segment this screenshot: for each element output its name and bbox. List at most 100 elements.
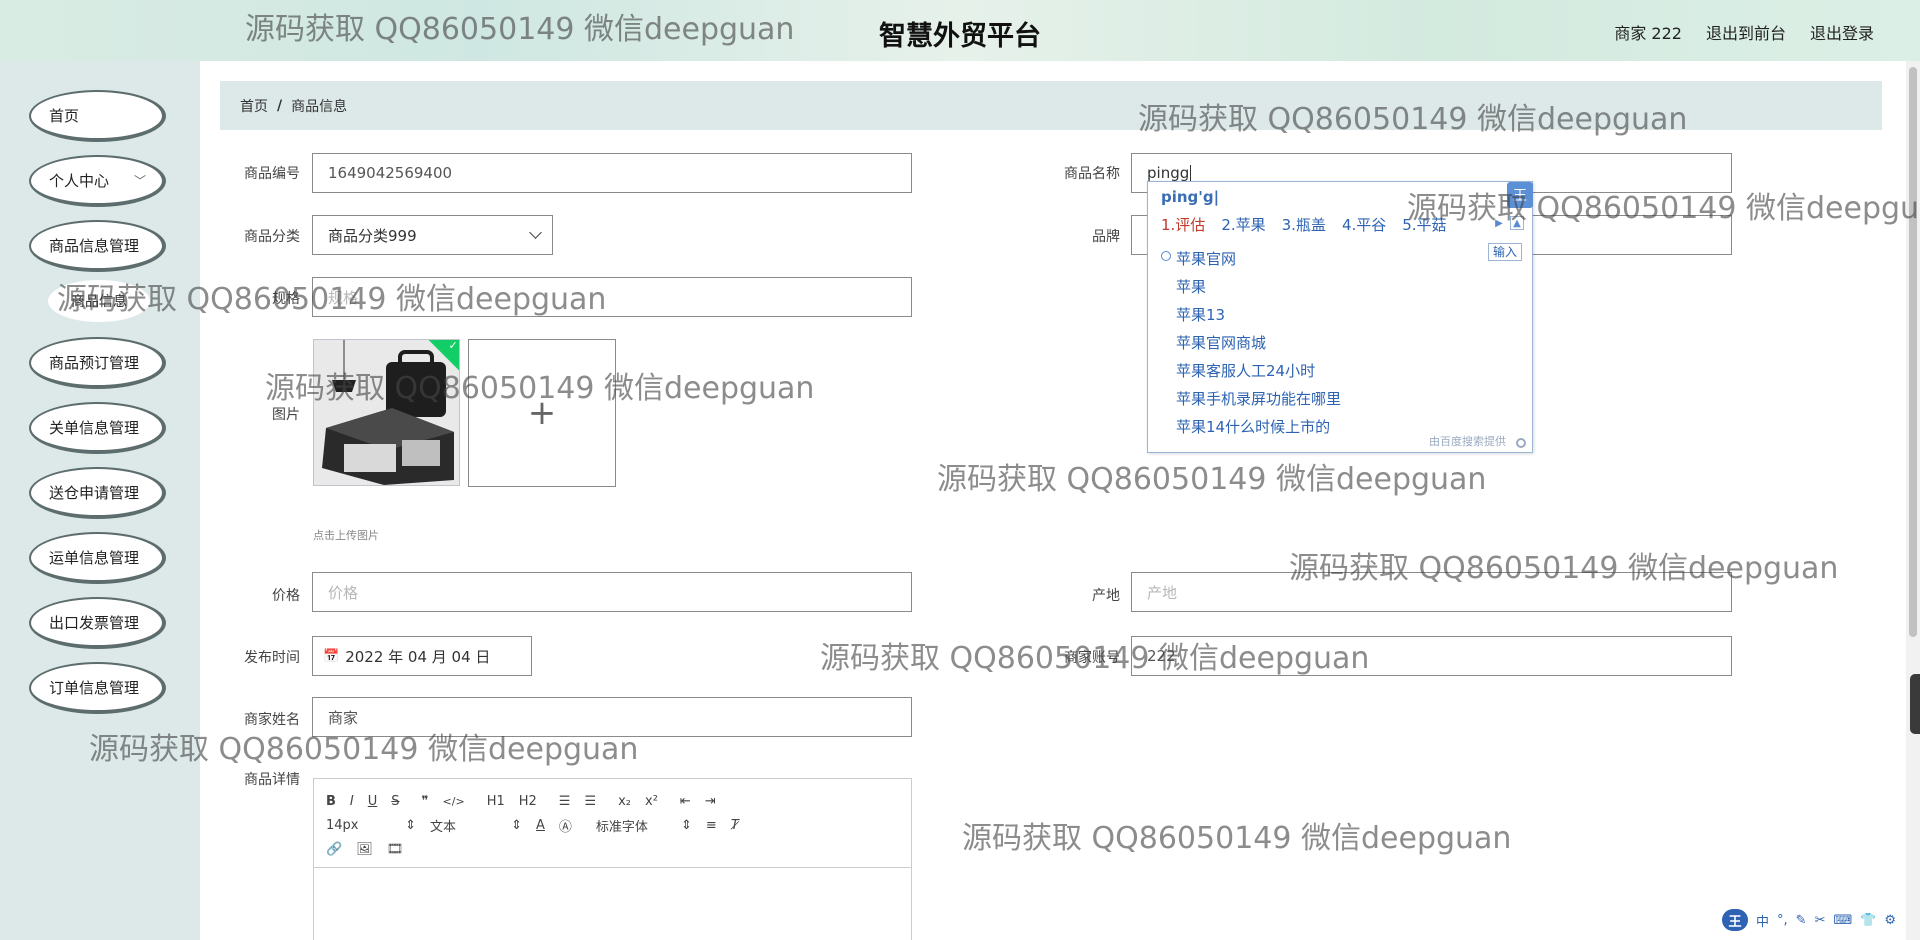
collapse-icon[interactable]: ▲ — [1510, 216, 1524, 230]
ime-suggestion-text: 苹果 — [1176, 277, 1207, 296]
sidebar-item-product-management[interactable]: 商品信息管理 — [29, 220, 166, 272]
ime-suggestion[interactable]: 苹果官网商城 — [1161, 328, 1521, 356]
product-no-input[interactable]: 1649042569400 — [312, 153, 912, 193]
ime-candidate[interactable]: 3.瓶盖 — [1282, 214, 1326, 235]
page-scrollbar[interactable] — [1906, 61, 1920, 940]
ime-candidate[interactable]: 1.评估 — [1161, 214, 1205, 235]
upload-image-button[interactable]: + — [468, 339, 616, 487]
category-select[interactable]: 商品分类999 — [312, 215, 553, 255]
sidebar-subitem-product-info[interactable]: 商品信息 — [48, 280, 150, 322]
merchant-name-value: 商家 — [328, 708, 359, 727]
updown-icon: ⇕ — [681, 817, 692, 833]
punctuation-icon[interactable]: °, — [1777, 913, 1788, 928]
sidebar-item-export-invoice[interactable]: 出口发票管理 — [29, 597, 166, 649]
exit-to-front-link[interactable]: 退出到前台 — [1706, 20, 1786, 44]
blockquote-icon[interactable]: ❞ — [422, 794, 429, 809]
price-input[interactable]: 价格 — [312, 572, 912, 612]
keyboard-icon[interactable]: ⌨ — [1833, 913, 1852, 928]
sidebar-item-home[interactable]: 首页 — [29, 90, 166, 142]
spec-input[interactable]: 规格 — [312, 277, 912, 317]
sidebar-item-label: 关单信息管理 — [49, 418, 140, 437]
gear-icon[interactable] — [1516, 438, 1526, 448]
skin-icon[interactable]: 👕 — [1860, 913, 1876, 928]
origin-label: 产地 — [1092, 588, 1120, 604]
sidebar-item-waybill-management[interactable]: 运单信息管理 — [29, 532, 166, 584]
font-family-select[interactable]: 标准字体 ⇕ — [596, 816, 692, 835]
sidebar-item-personal-center[interactable]: 个人中心 ﹀ — [29, 155, 166, 207]
uploaded-image-thumbnail[interactable]: ✓ — [313, 339, 460, 486]
link-icon[interactable]: 🔗 — [326, 842, 342, 857]
chevron-down-icon — [529, 226, 542, 239]
font-size-select[interactable]: 14px ⇕ — [326, 818, 416, 833]
sidebar-item-order-management[interactable]: 订单信息管理 — [29, 662, 166, 714]
heading-2-icon[interactable]: H2 — [519, 794, 537, 809]
sidebar-item-label: 商品预订管理 — [49, 353, 140, 372]
settings-icon[interactable]: ⚙ — [1884, 913, 1896, 928]
ime-candidate[interactable]: 2.苹果 — [1221, 214, 1265, 235]
ime-suggestion-text: 苹果手机录屏功能在哪里 — [1176, 389, 1342, 408]
ime-candidate[interactable]: 4.平谷 — [1342, 214, 1386, 235]
breadcrumb-home[interactable]: 首页 — [240, 96, 268, 116]
ordered-list-icon[interactable]: ☰ — [559, 794, 571, 809]
user-name: 商家 222 — [1614, 24, 1682, 43]
toolbar-row-3: 🔗 🖼 🎞 — [326, 837, 899, 861]
merchant-account-input[interactable]: 222 — [1131, 636, 1732, 676]
strikethrough-icon[interactable]: S — [391, 794, 399, 809]
ime-suggestion-text: 苹果14什么时候上市的 — [1176, 417, 1331, 436]
publish-time-label: 发布时间 — [244, 650, 300, 666]
ime-candidates: 1.评估 2.苹果 3.瓶盖 4.平谷 5.平菇 — [1161, 214, 1447, 235]
video-icon[interactable]: 🎞 — [387, 842, 404, 857]
rich-text-editor[interactable]: B I U S ❞ </> H1 H2 ☰ ☰ x₂ x² ⇤ ⇥ 14px ⇕ … — [313, 778, 912, 940]
product-image — [314, 340, 459, 485]
next-page-icon[interactable]: ▶ — [1492, 216, 1506, 230]
scissors-icon[interactable]: ✂ — [1815, 913, 1826, 928]
text-type-value: 文本 — [430, 819, 457, 835]
code-block-icon[interactable]: </> — [443, 795, 465, 808]
text-type-select[interactable]: 文本 ⇕ — [430, 816, 522, 835]
product-name-value: pingg — [1147, 164, 1190, 182]
ime-suggestion[interactable]: 苹果客服人工24小时 — [1161, 356, 1521, 384]
product-no-label: 商品编号 — [244, 166, 300, 182]
align-icon[interactable]: ≡ — [706, 818, 717, 833]
superscript-icon[interactable]: x² — [645, 794, 658, 809]
pen-icon[interactable]: ✎ — [1796, 913, 1807, 928]
price-placeholder: 价格 — [328, 583, 359, 602]
sidebar-item-warehouse-application[interactable]: 送仓申请管理 — [29, 467, 166, 519]
bullet-list-icon[interactable]: ☰ — [584, 794, 596, 809]
ime-suggestion[interactable]: 苹果官网 — [1161, 244, 1521, 272]
sidebar-item-reservation-management[interactable]: 商品预订管理 — [29, 337, 166, 389]
image-label: 图片 — [272, 407, 300, 423]
ime-suggestion[interactable]: 苹果13 — [1161, 300, 1521, 328]
logout-link[interactable]: 退出登录 — [1810, 20, 1874, 44]
sidebar-item-customs-management[interactable]: 关单信息管理 — [29, 402, 166, 454]
side-tab-handle[interactable] — [1910, 674, 1920, 734]
origin-input[interactable]: 产地 — [1131, 572, 1732, 612]
heading-1-icon[interactable]: H1 — [487, 794, 505, 809]
indent-icon[interactable]: ⇥ — [705, 794, 716, 809]
sidebar-item-label: 订单信息管理 — [49, 678, 140, 697]
underline-icon[interactable]: U — [368, 794, 378, 809]
detail-label: 商品详情 — [244, 772, 300, 788]
ime-status-logo[interactable]: 王 — [1722, 909, 1748, 931]
ime-suggestion[interactable]: 苹果手机录屏功能在哪里 — [1161, 384, 1521, 412]
breadcrumb-current: 商品信息 — [291, 98, 348, 115]
subscript-icon[interactable]: x₂ — [618, 794, 631, 809]
scrollbar-thumb[interactable] — [1909, 67, 1917, 637]
font-color-icon[interactable]: A — [536, 818, 545, 833]
ime-candidate[interactable]: 5.平菇 — [1402, 214, 1446, 235]
publish-time-picker[interactable]: 📅 2022 年 04 月 04 日 — [312, 636, 532, 676]
image-icon[interactable]: 🖼 — [356, 842, 373, 857]
clear-format-icon[interactable]: T̷ — [731, 818, 739, 833]
header-nav: 商家 222 退出到前台 退出登录 — [1614, 20, 1874, 44]
ime-suggestions: 苹果官网 苹果 苹果13 苹果官网商城 苹果客服人工24小时 苹果手机录屏功能在… — [1161, 244, 1521, 440]
merchant-name-input[interactable]: 商家 — [312, 697, 912, 737]
background-color-icon[interactable]: Ⓐ — [559, 816, 572, 835]
top-header: 智慧外贸平台 商家 222 退出到前台 退出登录 — [0, 0, 1920, 61]
outdent-icon[interactable]: ⇤ — [680, 794, 691, 809]
bold-icon[interactable]: B — [326, 794, 336, 809]
italic-icon[interactable]: I — [350, 794, 354, 809]
ime-mode-indicator[interactable]: 中 — [1756, 911, 1769, 930]
product-no-value: 1649042569400 — [328, 164, 453, 182]
ime-suggestion[interactable]: 苹果 — [1161, 272, 1521, 300]
ime-suggestion-text: 苹果官网商城 — [1176, 333, 1267, 352]
